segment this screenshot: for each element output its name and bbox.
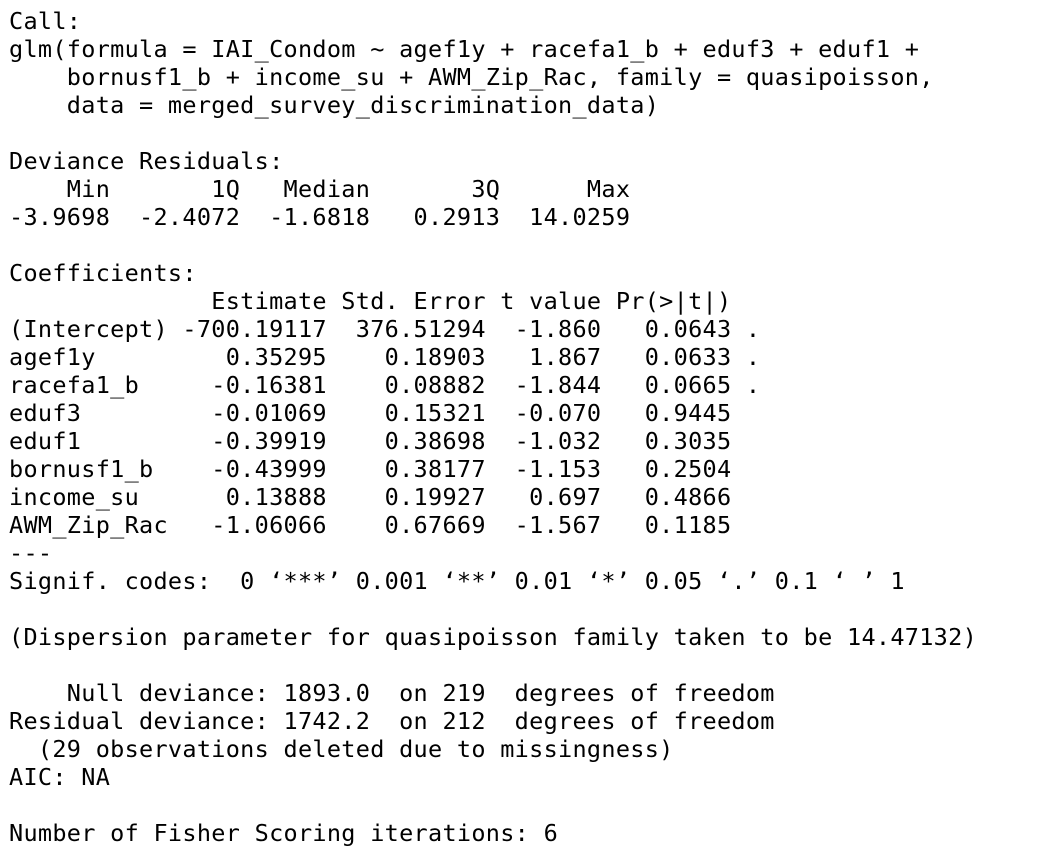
console-line-coefficients-label: Coefficients: [9, 259, 197, 287]
coefficients-row-intercept: (Intercept) -700.19117 376.51294 -1.860 … [9, 315, 761, 343]
console-line-missingness-note: (29 observations deleted due to missingn… [9, 735, 674, 763]
console-line-formula-2: bornusf1_b + income_su + AWM_Zip_Rac, fa… [9, 63, 934, 91]
console-line-separator: --- [9, 539, 53, 567]
console-line-residuals-header: Min 1Q Median 3Q Max [9, 175, 631, 203]
console-line-aic: AIC: NA [9, 763, 111, 791]
console-line-dispersion: (Dispersion parameter for quasipoisson f… [9, 623, 978, 651]
console-line-signif-codes: Signif. codes: 0 ‘***’ 0.001 ‘**’ 0.01 ‘… [9, 567, 905, 595]
console-line-null-deviance: Null deviance: 1893.0 on 219 degrees of … [9, 679, 775, 707]
coefficients-table-header: Estimate Std. Error t value Pr(>|t|) [9, 287, 732, 315]
coefficients-row-awm-zip-rac: AWM_Zip_Rac -1.06066 0.67669 -1.567 0.11… [9, 511, 732, 539]
console-line-blank [9, 119, 1059, 147]
console-line-residuals-values: -3.9698 -2.4072 -1.6818 0.2913 14.0259 [9, 203, 631, 231]
coefficients-row-income-su: income_su 0.13888 0.19927 0.697 0.4866 [9, 483, 732, 511]
console-line-formula-1: glm(formula = IAI_Condom ~ agef1y + race… [9, 35, 920, 63]
coefficients-row-bornusf1-b: bornusf1_b -0.43999 0.38177 -1.153 0.250… [9, 455, 732, 483]
console-line-blank [9, 791, 1059, 819]
console-line-blank [9, 595, 1059, 623]
coefficients-row-agef1y: agef1y 0.35295 0.18903 1.867 0.0633 . [9, 343, 761, 371]
r-console-output: Call: glm(formula = IAI_Condom ~ agef1y +… [0, 0, 1059, 859]
console-line-formula-3: data = merged_survey_discrimination_data… [9, 91, 660, 119]
coefficients-row-eduf1: eduf1 -0.39919 0.38698 -1.032 0.3035 [9, 427, 732, 455]
coefficients-row-racefa1-b: racefa1_b -0.16381 0.08882 -1.844 0.0665… [9, 371, 761, 399]
console-line-call-label: Call: [9, 7, 82, 35]
coefficients-row-eduf3: eduf3 -0.01069 0.15321 -0.070 0.9445 [9, 399, 732, 427]
console-line-residual-deviance: Residual deviance: 1742.2 on 212 degrees… [9, 707, 775, 735]
console-line-blank [9, 651, 1059, 679]
console-line-fisher-iterations: Number of Fisher Scoring iterations: 6 [9, 819, 559, 847]
glm-summary-text: Call: glm(formula = IAI_Condom ~ agef1y +… [0, 0, 1059, 847]
console-line-deviance-residuals-label: Deviance Residuals: [9, 147, 284, 175]
console-line-blank [9, 231, 1059, 259]
